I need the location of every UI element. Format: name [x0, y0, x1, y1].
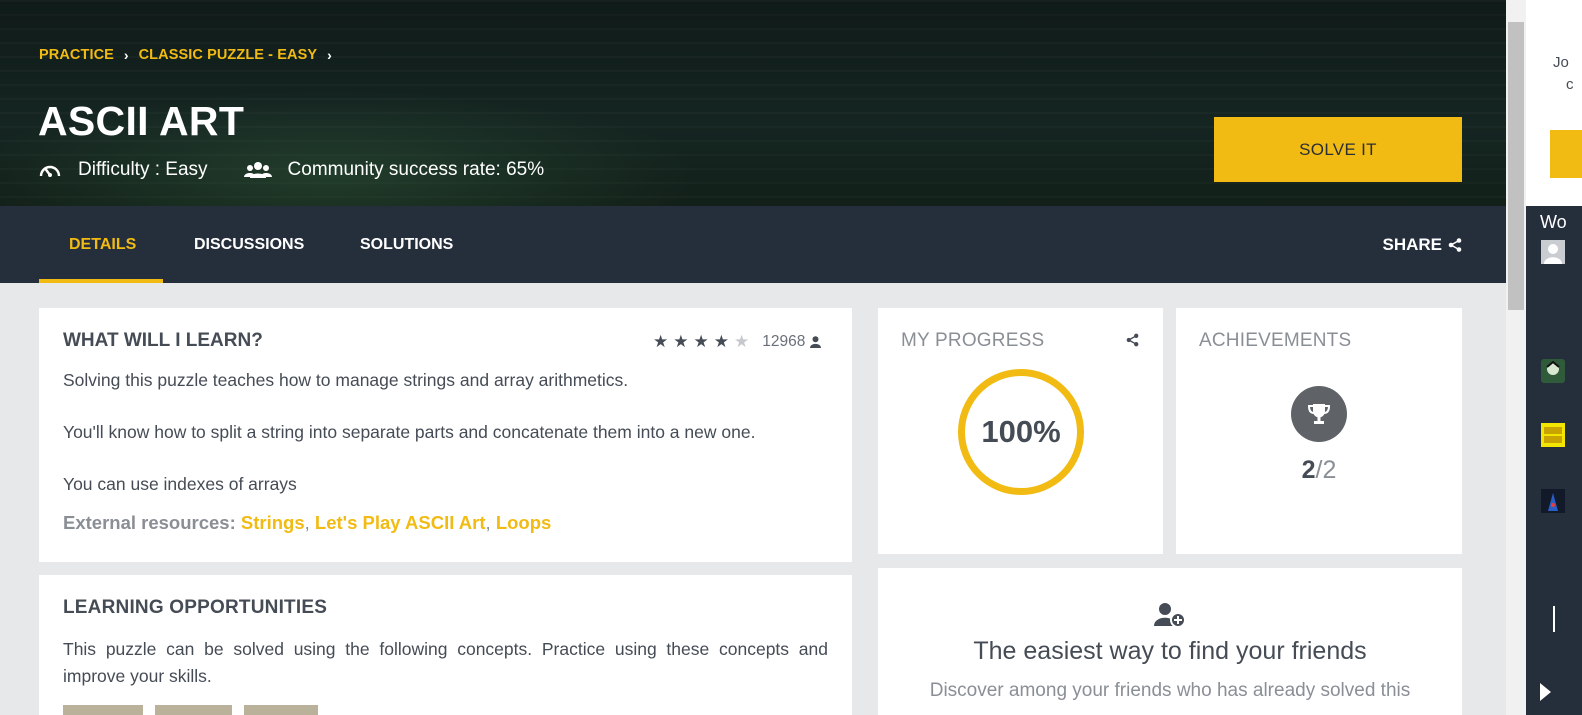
- star-icon: ★: [653, 332, 669, 351]
- share-icon[interactable]: [1126, 333, 1139, 347]
- scrollbar-thumb[interactable]: [1508, 22, 1524, 310]
- avatar[interactable]: [1541, 489, 1565, 513]
- share-button[interactable]: SHARE: [1382, 206, 1462, 283]
- chevron-right-icon: ›: [123, 47, 129, 63]
- trophy-icon: [1291, 386, 1347, 442]
- my-progress-card: MY PROGRESS 100%: [878, 308, 1163, 554]
- breadcrumb: PRACTICE › CLASSIC PUZZLE - EASY ›: [39, 47, 334, 63]
- difficulty-text: Difficulty : Easy: [78, 159, 208, 180]
- star-empty-icon: ★: [734, 332, 750, 351]
- rating: ★ ★ ★ ★ ★ 12968: [653, 332, 822, 352]
- resource-link-lets-play-ascii-art[interactable]: Let's Play ASCII Art: [315, 512, 486, 533]
- progress-ring: 100%: [958, 369, 1084, 495]
- achievements-label: ACHIEVEMENTS: [1199, 330, 1352, 351]
- learn-paragraph-3: You can use indexes of arrays: [63, 474, 297, 494]
- solve-it-button[interactable]: SOLVE IT: [1214, 117, 1462, 182]
- external-resources: External resources: Strings, Let's Play …: [63, 512, 552, 533]
- learn-paragraph-2: You'll know how to split a string into s…: [63, 422, 756, 442]
- side-panel-text: Jo c: [1553, 54, 1574, 93]
- active-tab-indicator: [39, 279, 163, 283]
- external-resources-label: External resources:: [63, 512, 236, 533]
- play-icon[interactable]: [1540, 683, 1551, 701]
- side-panel-signup: Jo c: [1526, 0, 1582, 206]
- tab-details[interactable]: DETAILS: [69, 206, 136, 283]
- star-icon: ★: [713, 332, 729, 351]
- avatar[interactable]: [1541, 240, 1565, 264]
- breadcrumb-classic-puzzle-easy[interactable]: CLASSIC PUZZLE - EASY: [139, 47, 318, 63]
- breadcrumb-practice[interactable]: PRACTICE: [39, 47, 114, 63]
- chevron-right-icon: ›: [327, 47, 332, 63]
- progress-label: MY PROGRESS: [901, 330, 1045, 351]
- concept-tag[interactable]: [244, 705, 318, 715]
- text-cursor: [1553, 606, 1555, 632]
- concept-tag[interactable]: [63, 705, 143, 715]
- find-friends-card: The easiest way to find your friends Dis…: [878, 568, 1462, 715]
- opportunities-title: LEARNING OPPORTUNITIES: [63, 597, 328, 618]
- learn-paragraph-1: Solving this puzzle teaches how to manag…: [63, 370, 629, 390]
- avatar[interactable]: [1541, 359, 1565, 383]
- gauge-icon: [38, 158, 62, 182]
- resource-link-strings[interactable]: Strings: [241, 512, 305, 533]
- resource-link-loops[interactable]: Loops: [496, 512, 552, 533]
- world-label: Wo: [1540, 212, 1567, 232]
- page-scrollbar[interactable]: [1506, 0, 1526, 715]
- achievements-count: 2/2: [1301, 456, 1337, 484]
- star-icon: ★: [693, 332, 709, 351]
- star-icon: ★: [673, 332, 689, 351]
- user-icon: [810, 336, 822, 348]
- learning-opportunities-card: LEARNING OPPORTUNITIES This puzzle can b…: [39, 575, 852, 715]
- friends-description: Discover among your friends who has alre…: [929, 680, 1411, 701]
- learn-title: WHAT WILL I LEARN?: [63, 330, 263, 351]
- avatar[interactable]: [1541, 423, 1565, 447]
- rating-count: 12968: [762, 333, 806, 350]
- opportunities-description: This puzzle can be solved using the foll…: [63, 639, 828, 686]
- side-panel-button[interactable]: [1550, 130, 1582, 178]
- users-icon: [243, 158, 272, 182]
- page-title: ASCII ART: [38, 98, 245, 144]
- achievements-card[interactable]: ACHIEVEMENTS 2/2: [1176, 308, 1462, 554]
- progress-value: 100%: [981, 414, 1061, 449]
- puzzle-meta: Difficulty : Easy Community success rate…: [38, 158, 544, 182]
- add-user-icon: [1154, 603, 1186, 628]
- tab-discussions[interactable]: DISCUSSIONS: [194, 206, 304, 283]
- tab-bar: DETAILS DISCUSSIONS SOLUTIONS SHARE: [0, 206, 1506, 283]
- side-panel: Jo c Wo: [1526, 0, 1582, 715]
- tab-solutions[interactable]: SOLUTIONS: [360, 206, 453, 283]
- success-rate-text: Community success rate: 65%: [287, 159, 545, 180]
- friends-title: The easiest way to find your friends: [973, 637, 1367, 665]
- concept-tag[interactable]: [155, 705, 232, 715]
- share-icon: [1448, 237, 1462, 252]
- puzzle-header: PRACTICE › CLASSIC PUZZLE - EASY › ASCII…: [0, 0, 1506, 206]
- share-label: SHARE: [1382, 234, 1442, 254]
